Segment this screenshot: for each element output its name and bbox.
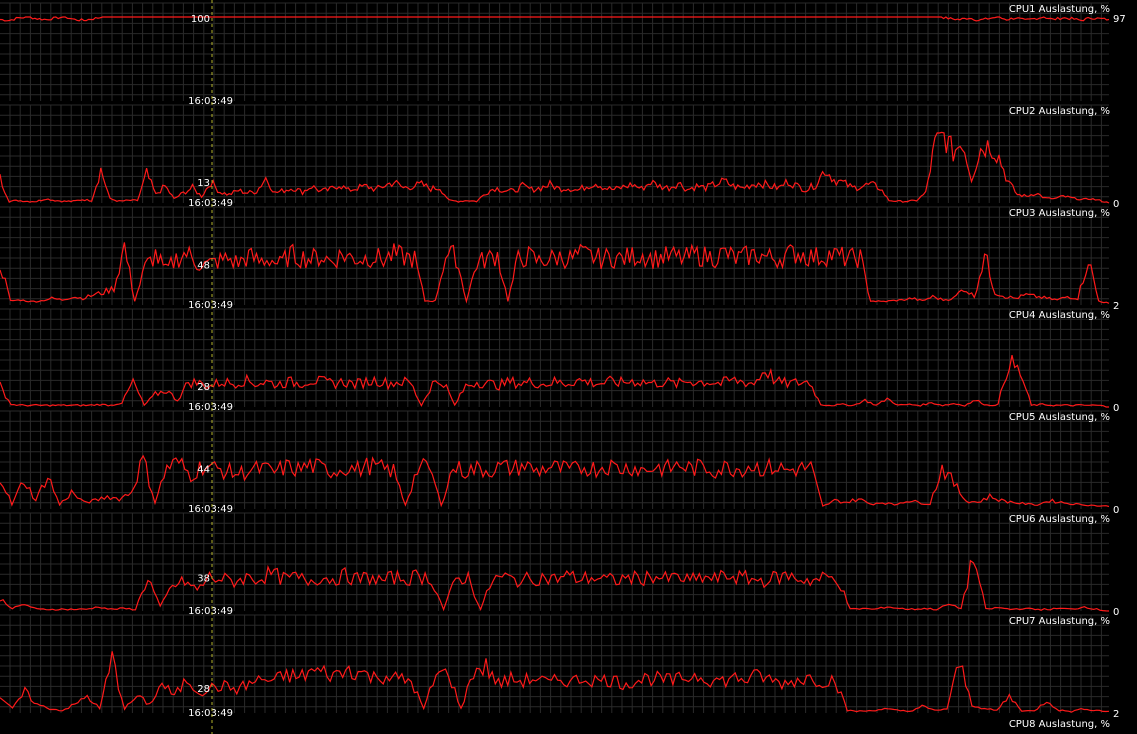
cursor-value-label: 44 — [197, 465, 210, 476]
cpu-series-line — [0, 354, 1109, 408]
panel-title: CPU7 Auslastung, % — [1009, 616, 1110, 627]
grid — [0, 512, 1109, 611]
current-value-label: 0 — [1113, 505, 1119, 516]
cpu-panel-2: CPU2 Auslastung, %01316:03:49 — [0, 104, 1119, 210]
cursor-value-label: 38 — [197, 573, 210, 584]
cpu-series-line — [0, 131, 1110, 204]
current-value-label: 97 — [1113, 14, 1126, 25]
cpu-series-line — [0, 16, 1110, 22]
current-value-label: 0 — [1113, 199, 1119, 210]
cpu-panel-7: CPU7 Auslastung, % 2 28 16:03:49 — [0, 614, 1119, 720]
cpu-panel-1: CPU1 Auslastung, %9710016:03:49 — [0, 2, 1126, 107]
panel-title: CPU3 Auslastung, % — [1009, 208, 1110, 219]
cpu-panel-4: CPU4 Auslastung, %02816:03:49 — [0, 308, 1119, 414]
panel-title-cpu8: CPU8 Auslastung, % — [1009, 719, 1110, 730]
grid — [0, 614, 1109, 713]
grid — [0, 410, 1109, 509]
cursor-time-label: 16:03:49 — [188, 708, 233, 719]
cpu-series-line — [0, 559, 1110, 612]
cursor-value-label: 28 — [197, 684, 210, 695]
cpu-panel-3: CPU3 Auslastung, %24816:03:49 — [0, 206, 1119, 312]
cursor-value-label: 28 — [197, 382, 210, 393]
cpu-series-line — [0, 454, 1110, 508]
panel-title: CPU5 Auslastung, % — [1009, 412, 1110, 423]
current-value-label: 0 — [1113, 403, 1119, 414]
cpu-monitor: CPU1 Auslastung, % 97 100 16:03:49 CPU2 Ausl… — [0, 0, 1137, 734]
cursor-value-label: 48 — [197, 261, 210, 272]
panel-title: CPU4 Auslastung, % — [1009, 310, 1110, 321]
panel-title: CPU2 Auslastung, % — [1009, 106, 1110, 117]
panel-title: CPU6 Auslastung, % — [1009, 514, 1110, 525]
current-value-label: 2 — [1113, 709, 1119, 720]
cpu-charts: CPU1 Auslastung, %97 100 16:03:49 CPU2 Ausl… — [0, 0, 1126, 734]
cpu-panel-5: CPU5 Auslastung, %04416:03:49 — [0, 410, 1119, 516]
cpu-series-line — [0, 242, 1110, 304]
cpu-series-line — [0, 651, 1110, 713]
panel-title: CPU1 Auslastung, % — [1009, 4, 1110, 15]
current-value-label: 0 — [1113, 607, 1119, 618]
grid — [0, 308, 1109, 407]
cpu-panel-6: CPU6 Auslastung, %03816:03:49 — [0, 512, 1119, 618]
current-value-label: 2 — [1113, 301, 1119, 312]
cursor-value-label: 100 — [191, 14, 210, 25]
cursor-value-label: 13 — [197, 178, 210, 189]
